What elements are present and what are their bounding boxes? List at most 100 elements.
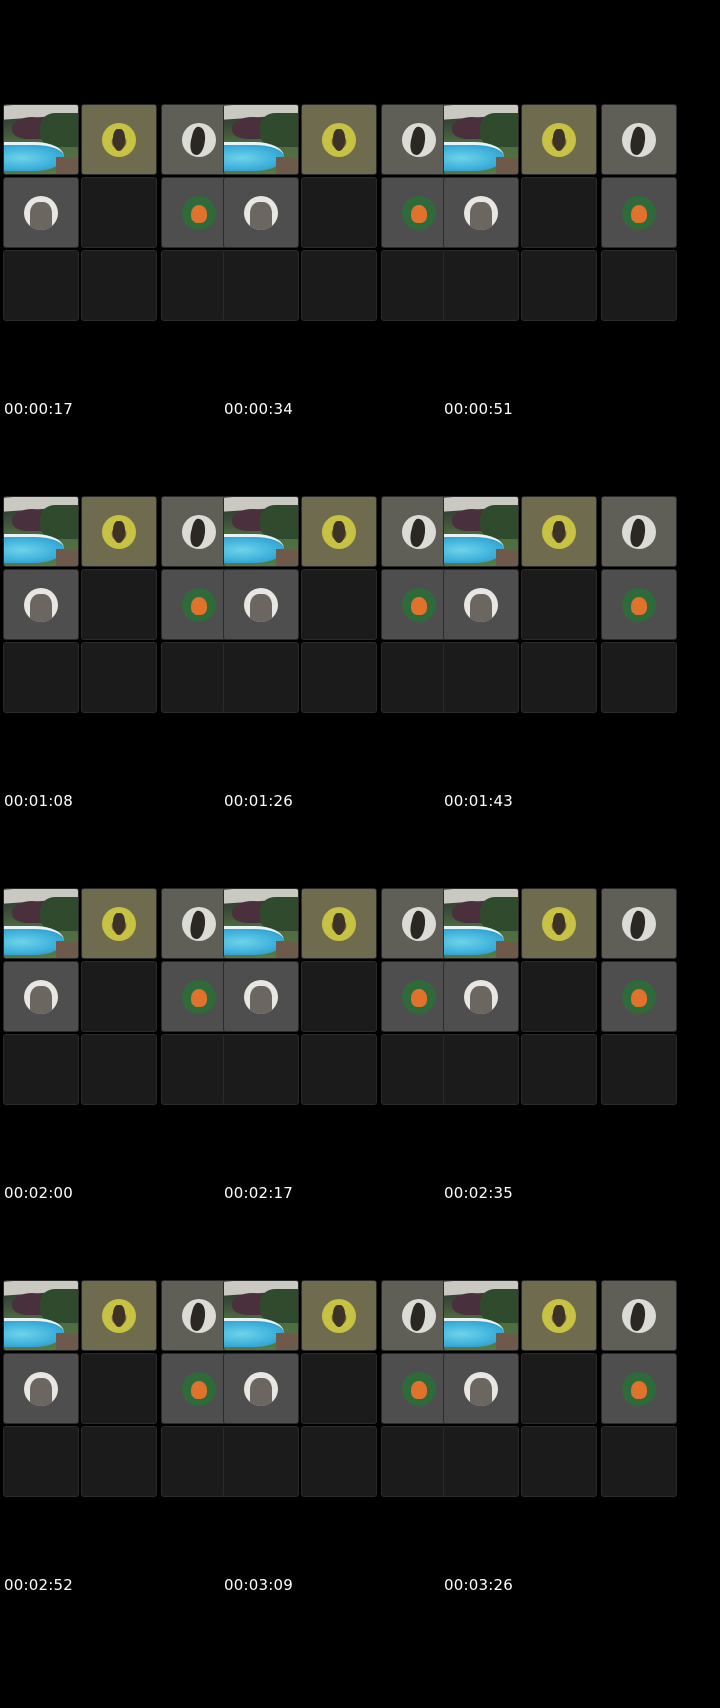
participant-tile[interactable] (3, 569, 79, 640)
pool-water (4, 1318, 64, 1347)
participant-tile[interactable] (81, 496, 157, 567)
pool-deck (56, 157, 78, 174)
camera-feed-tile[interactable] (223, 888, 299, 959)
participant-tile[interactable] (601, 496, 677, 567)
empty-tile (521, 569, 597, 640)
participant-tile[interactable] (443, 961, 519, 1032)
camera-feed-tile[interactable] (443, 496, 519, 567)
empty-tile (601, 1034, 677, 1105)
participant-tile[interactable] (521, 496, 597, 567)
participant-grid (443, 1280, 679, 1498)
participant-tile[interactable] (223, 569, 299, 640)
empty-tile (521, 1353, 597, 1424)
camera-feed-tile[interactable] (223, 496, 299, 567)
robin-avatar-icon (402, 195, 436, 230)
participant-tile[interactable] (301, 496, 377, 567)
cat-avatar-icon (24, 1371, 58, 1406)
empty-tile (3, 1426, 79, 1497)
camera-feed-tile[interactable] (3, 888, 79, 959)
camera-feed-tile[interactable] (443, 104, 519, 175)
empty-tile (521, 961, 597, 1032)
empty-tile (301, 642, 377, 713)
participant-tile[interactable] (601, 104, 677, 175)
participant-tile[interactable] (223, 177, 299, 248)
camera-feed-tile[interactable] (223, 104, 299, 175)
participant-tile[interactable] (223, 1353, 299, 1424)
participant-tile[interactable] (223, 961, 299, 1032)
video-frame: 00:00:17 (0, 0, 240, 427)
camera-feed-tile[interactable] (3, 496, 79, 567)
participant-tile[interactable] (601, 1353, 677, 1424)
empty-tile (601, 642, 677, 713)
participant-grid (223, 496, 459, 714)
pool-water (444, 1318, 504, 1347)
pool-water (4, 534, 64, 563)
participant-grid (3, 888, 239, 1106)
participant-tile[interactable] (601, 961, 677, 1032)
empty-tile (223, 250, 299, 321)
empty-tile (81, 177, 157, 248)
empty-tile (223, 642, 299, 713)
empty-tile (521, 250, 597, 321)
dog-avatar-icon (542, 514, 576, 549)
robin-avatar-icon (622, 979, 656, 1014)
participant-tile[interactable] (301, 1280, 377, 1351)
bird-avatar-icon (182, 1298, 216, 1333)
participant-tile[interactable] (521, 888, 597, 959)
trees (260, 897, 298, 931)
dog-avatar-icon (542, 1298, 576, 1333)
participant-tile[interactable] (301, 888, 377, 959)
participant-tile[interactable] (601, 569, 677, 640)
frame-timestamp: 00:03:09 (224, 1576, 293, 1594)
camera-feed-tile[interactable] (443, 1280, 519, 1351)
bird-avatar-icon (622, 514, 656, 549)
participant-tile[interactable] (443, 569, 519, 640)
empty-tile (3, 1034, 79, 1105)
participant-tile[interactable] (521, 1280, 597, 1351)
camera-feed-tile[interactable] (3, 104, 79, 175)
empty-tile (521, 642, 597, 713)
trees (480, 113, 518, 147)
pool-deck (276, 549, 298, 566)
participant-tile[interactable] (601, 177, 677, 248)
frame-timestamp: 00:03:26 (444, 1576, 513, 1594)
pool-deck (496, 157, 518, 174)
camera-feed-tile[interactable] (3, 1280, 79, 1351)
pool-water (224, 142, 284, 171)
empty-tile (521, 177, 597, 248)
participant-grid (443, 496, 679, 714)
trees (260, 505, 298, 539)
video-frame: 00:03:09 (220, 1176, 460, 1603)
participant-tile[interactable] (443, 1353, 519, 1424)
dog-avatar-icon (102, 122, 136, 157)
empty-tile (81, 569, 157, 640)
bird-avatar-icon (182, 122, 216, 157)
participant-tile[interactable] (601, 888, 677, 959)
participant-tile[interactable] (81, 104, 157, 175)
participant-tile[interactable] (601, 1280, 677, 1351)
video-frame: 00:01:43 (440, 392, 680, 819)
video-frame: 00:01:08 (0, 392, 240, 819)
cat-avatar-icon (244, 1371, 278, 1406)
participant-tile[interactable] (301, 104, 377, 175)
participant-grid (3, 1280, 239, 1498)
cat-avatar-icon (464, 1371, 498, 1406)
trees (40, 897, 78, 931)
robin-avatar-icon (402, 979, 436, 1014)
video-frame: 00:02:52 (0, 1176, 240, 1603)
cat-avatar-icon (244, 587, 278, 622)
participant-tile[interactable] (3, 177, 79, 248)
participant-tile[interactable] (521, 104, 597, 175)
participant-tile[interactable] (443, 177, 519, 248)
participant-tile[interactable] (3, 1353, 79, 1424)
participant-tile[interactable] (3, 961, 79, 1032)
pool-deck (276, 941, 298, 958)
empty-tile (521, 1034, 597, 1105)
participant-tile[interactable] (81, 1280, 157, 1351)
participant-tile[interactable] (81, 888, 157, 959)
camera-feed-tile[interactable] (223, 1280, 299, 1351)
camera-feed-tile[interactable] (443, 888, 519, 959)
participant-grid (223, 104, 459, 322)
robin-avatar-icon (182, 979, 216, 1014)
empty-tile (81, 961, 157, 1032)
